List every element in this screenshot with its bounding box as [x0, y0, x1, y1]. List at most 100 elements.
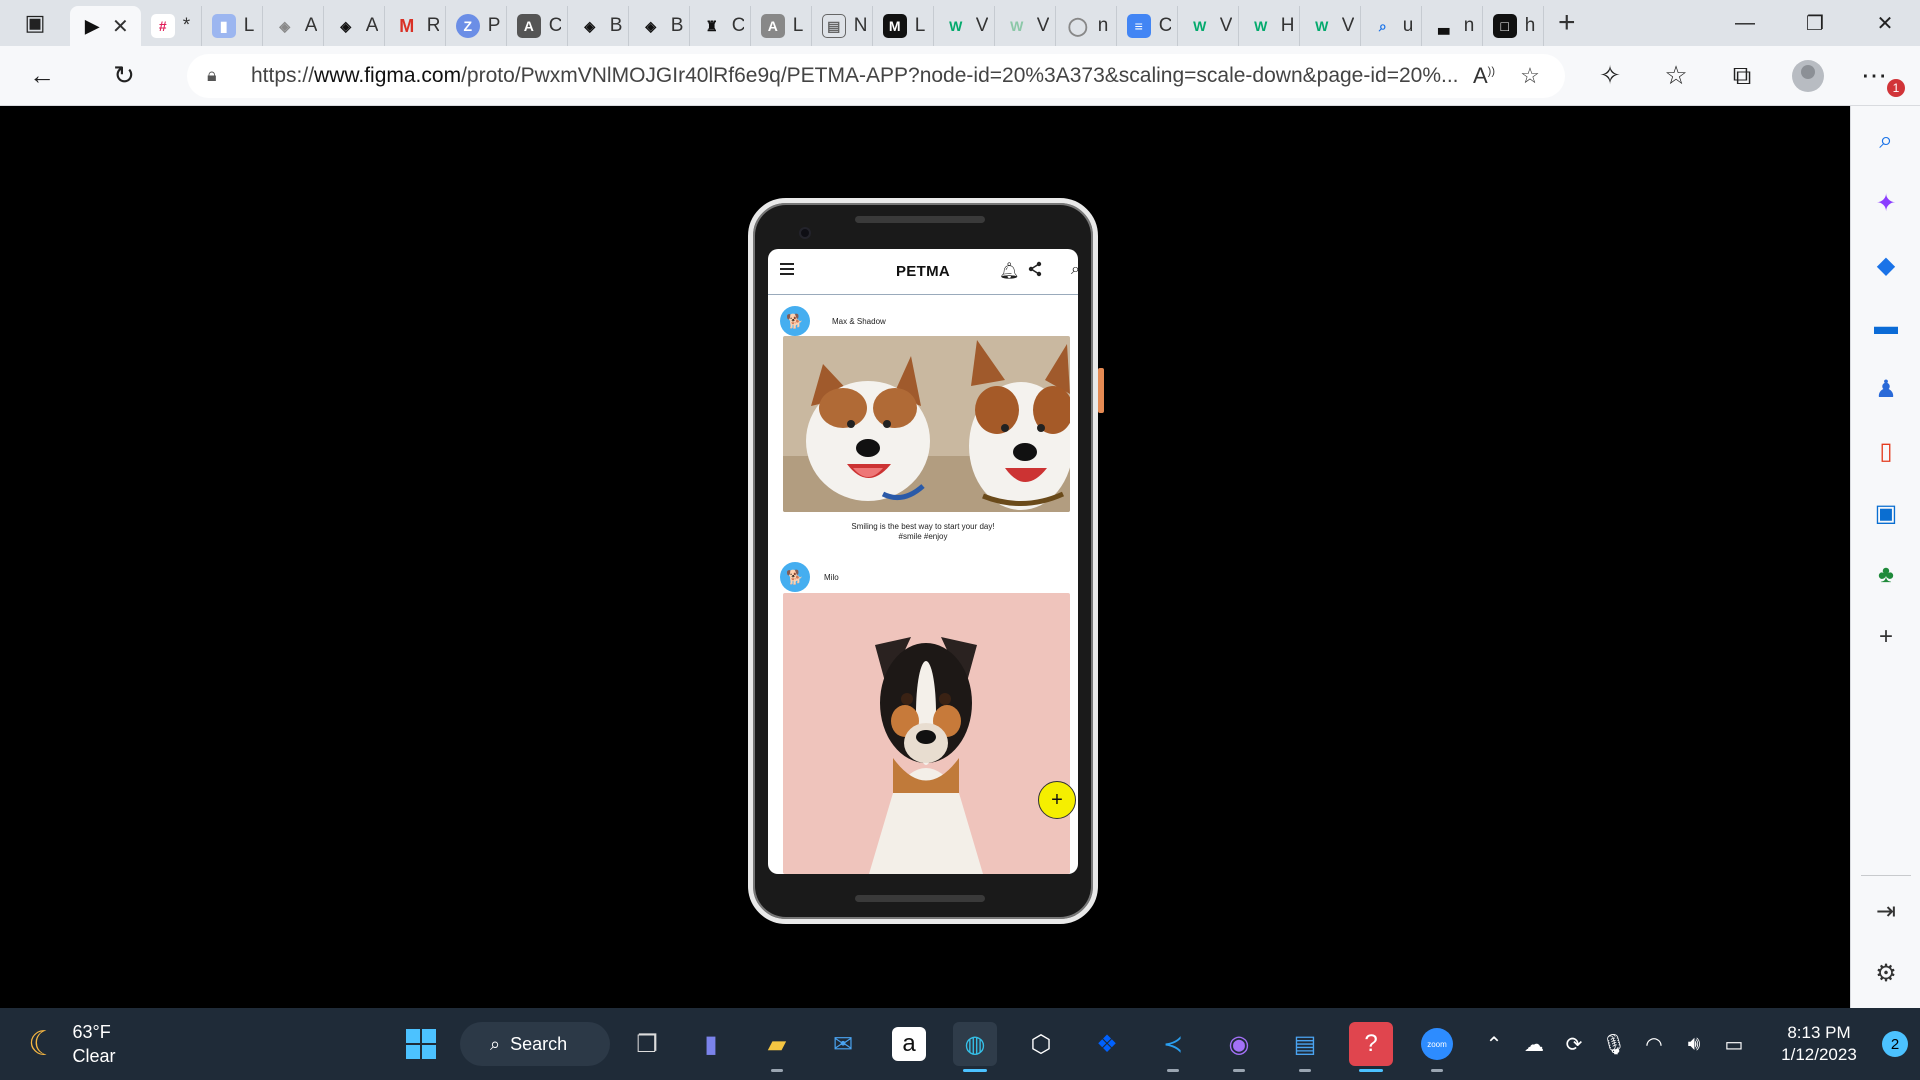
- tab[interactable]: WV: [1300, 6, 1361, 46]
- tab[interactable]: # *: [141, 6, 202, 46]
- tab[interactable]: ▮ L: [202, 6, 263, 46]
- edge-browser-icon[interactable]: ◍: [953, 1022, 997, 1072]
- search-icon[interactable]: ⌕: [1071, 261, 1078, 279]
- tab-figma-active[interactable]: ▶ ✕: [70, 6, 141, 46]
- taskbar-search[interactable]: ⌕ Search: [460, 1022, 610, 1066]
- tab[interactable]: ◈ A: [324, 6, 385, 46]
- help-icon[interactable]: ?: [1349, 1022, 1393, 1072]
- edge-sidebar: ⌕ ✦ ◆ ▬ ♟ ▯ ▣ ♣ + ⇥ ⚙: [1850, 106, 1920, 1008]
- github-desktop-icon[interactable]: ◉: [1217, 1022, 1261, 1072]
- sidebar-collapse-icon[interactable]: ⇥: [1871, 896, 1901, 926]
- tools-briefcase-icon[interactable]: ▬: [1871, 312, 1901, 342]
- tab[interactable]: ◯ n: [1056, 6, 1117, 46]
- tab[interactable]: WV: [1178, 6, 1239, 46]
- teams-chat-icon[interactable]: ▮: [689, 1022, 733, 1066]
- post-photo-dogs[interactable]: [783, 336, 1070, 512]
- lock-icon[interactable]: 🔒︎: [207, 65, 237, 86]
- tab[interactable]: ♜ C: [690, 6, 751, 46]
- unsplash-icon: ▃: [1438, 17, 1450, 34]
- phone-frame: PETMA 🔔︎ ⌕ 🐕 Max & Shadow Smiling is the…: [748, 198, 1104, 924]
- onedrive-cloud-icon[interactable]: ☁: [1514, 1032, 1554, 1057]
- tab[interactable]: WV: [995, 6, 1056, 46]
- docs-icon: ≡: [1126, 14, 1151, 38]
- tab[interactable]: ◈ B: [629, 6, 690, 46]
- tab[interactable]: ▃ n: [1422, 6, 1483, 46]
- pet-name[interactable]: Milo: [824, 573, 839, 582]
- close-window-icon[interactable]: ✕: [1850, 0, 1920, 46]
- minimize-icon[interactable]: —: [1710, 0, 1780, 46]
- add-favorite-icon[interactable]: ☆: [1507, 63, 1553, 89]
- clock[interactable]: 8:13 PM 1/12/2023: [1764, 1022, 1874, 1066]
- battery-icon[interactable]: ▭: [1714, 1032, 1754, 1057]
- notification-count-badge[interactable]: 2: [1882, 1031, 1908, 1057]
- copilot-sparkle-icon[interactable]: ✦: [1871, 188, 1901, 218]
- file-explorer-icon[interactable]: ▰: [755, 1022, 799, 1072]
- volume-icon[interactable]: 🔊︎: [1674, 1033, 1714, 1056]
- back-arrow-icon[interactable]: ←: [17, 51, 67, 101]
- tab[interactable]: ◈ B: [568, 6, 629, 46]
- start-button[interactable]: [399, 1022, 443, 1066]
- zoom-icon[interactable]: zoom: [1415, 1022, 1459, 1072]
- vscode-icon[interactable]: ≺: [1151, 1022, 1195, 1072]
- outlook-icon[interactable]: ▣: [1871, 498, 1901, 528]
- share-icon[interactable]: [1027, 261, 1043, 282]
- tab[interactable]: ZP: [446, 6, 507, 46]
- office-icon[interactable]: ▯: [1871, 436, 1901, 466]
- w3-icon: W: [1010, 18, 1024, 34]
- z-icon: Z: [455, 14, 480, 38]
- restore-icon[interactable]: ❐: [1780, 0, 1850, 46]
- amazon-icon[interactable]: a: [892, 1027, 926, 1061]
- bell-icon[interactable]: 🔔︎: [999, 261, 1019, 281]
- extensions-icon[interactable]: ✧: [1577, 51, 1643, 101]
- pet-avatar[interactable]: 🐕: [780, 306, 810, 336]
- url-text[interactable]: https://www.figma.com/proto/PwxmVNlMOJGI…: [251, 64, 1461, 88]
- close-tab-icon[interactable]: ✕: [112, 14, 129, 39]
- tab[interactable]: □ h: [1483, 6, 1544, 46]
- address-bar[interactable]: 🔒︎ https://www.figma.com/proto/PwxmVNlMO…: [187, 53, 1565, 98]
- mail-icon[interactable]: ✉: [821, 1022, 865, 1066]
- tab[interactable]: ◈ A: [263, 6, 324, 46]
- chevron-up-icon[interactable]: ⌃: [1474, 1032, 1514, 1057]
- post-header[interactable]: 🐕 Max & Shadow: [780, 306, 886, 336]
- games-icon[interactable]: ♟: [1871, 374, 1901, 404]
- sidebar-divider: [1861, 875, 1911, 876]
- notepad-icon[interactable]: ▤: [1283, 1022, 1327, 1072]
- dropbox-icon[interactable]: ❖: [1085, 1022, 1129, 1066]
- hackerrank-icon: A: [760, 14, 785, 38]
- tab[interactable]: WV: [934, 6, 995, 46]
- tab[interactable]: ▤ N: [812, 6, 873, 46]
- post-photo-milo[interactable]: [783, 593, 1070, 874]
- tab[interactable]: ML: [873, 6, 934, 46]
- microphone-icon[interactable]: 🎙︎: [1594, 1032, 1634, 1057]
- tab[interactable]: MR: [385, 6, 446, 46]
- post-header[interactable]: 🐕 Milo: [780, 562, 839, 592]
- favorites-icon[interactable]: ☆: [1643, 51, 1709, 101]
- svg-text:zoom: zoom: [1427, 1040, 1447, 1049]
- settings-more-icon[interactable]: ⋯ 1: [1841, 51, 1907, 101]
- new-tab-button[interactable]: +: [1544, 3, 1590, 43]
- pet-name[interactable]: Max & Shadow: [832, 317, 886, 326]
- unity-icon[interactable]: ⬡: [1019, 1022, 1063, 1066]
- task-view-icon[interactable]: ❐: [625, 1022, 669, 1066]
- shopping-tag-icon[interactable]: ◆: [1871, 250, 1901, 280]
- tab[interactable]: WH: [1239, 6, 1300, 46]
- pet-avatar[interactable]: 🐕: [780, 562, 810, 592]
- wifi-icon[interactable]: ◠: [1634, 1032, 1674, 1057]
- tab[interactable]: ≡ C: [1117, 6, 1178, 46]
- read-aloud-icon[interactable]: A)): [1461, 63, 1507, 89]
- tab[interactable]: ⌕ u: [1361, 6, 1422, 46]
- gear-icon[interactable]: ⚙: [1871, 958, 1901, 988]
- notification-badge: 1: [1887, 78, 1905, 97]
- tab[interactable]: AC: [507, 6, 568, 46]
- profile-button[interactable]: [1775, 51, 1841, 101]
- tree-icon[interactable]: ♣: [1871, 560, 1901, 590]
- refresh-icon[interactable]: ↻: [99, 51, 149, 101]
- add-icon[interactable]: +: [1871, 622, 1901, 652]
- add-post-fab[interactable]: +: [1038, 781, 1076, 819]
- collections-icon[interactable]: ⧉: [1709, 51, 1775, 101]
- tab[interactable]: AL: [751, 6, 812, 46]
- search-icon[interactable]: ⌕: [1871, 126, 1901, 156]
- weather-widget[interactable]: ☾ 63°F Clear: [28, 1020, 116, 1068]
- tab-actions-icon[interactable]: ▣: [0, 0, 70, 46]
- sync-icon[interactable]: ⟳: [1554, 1032, 1594, 1057]
